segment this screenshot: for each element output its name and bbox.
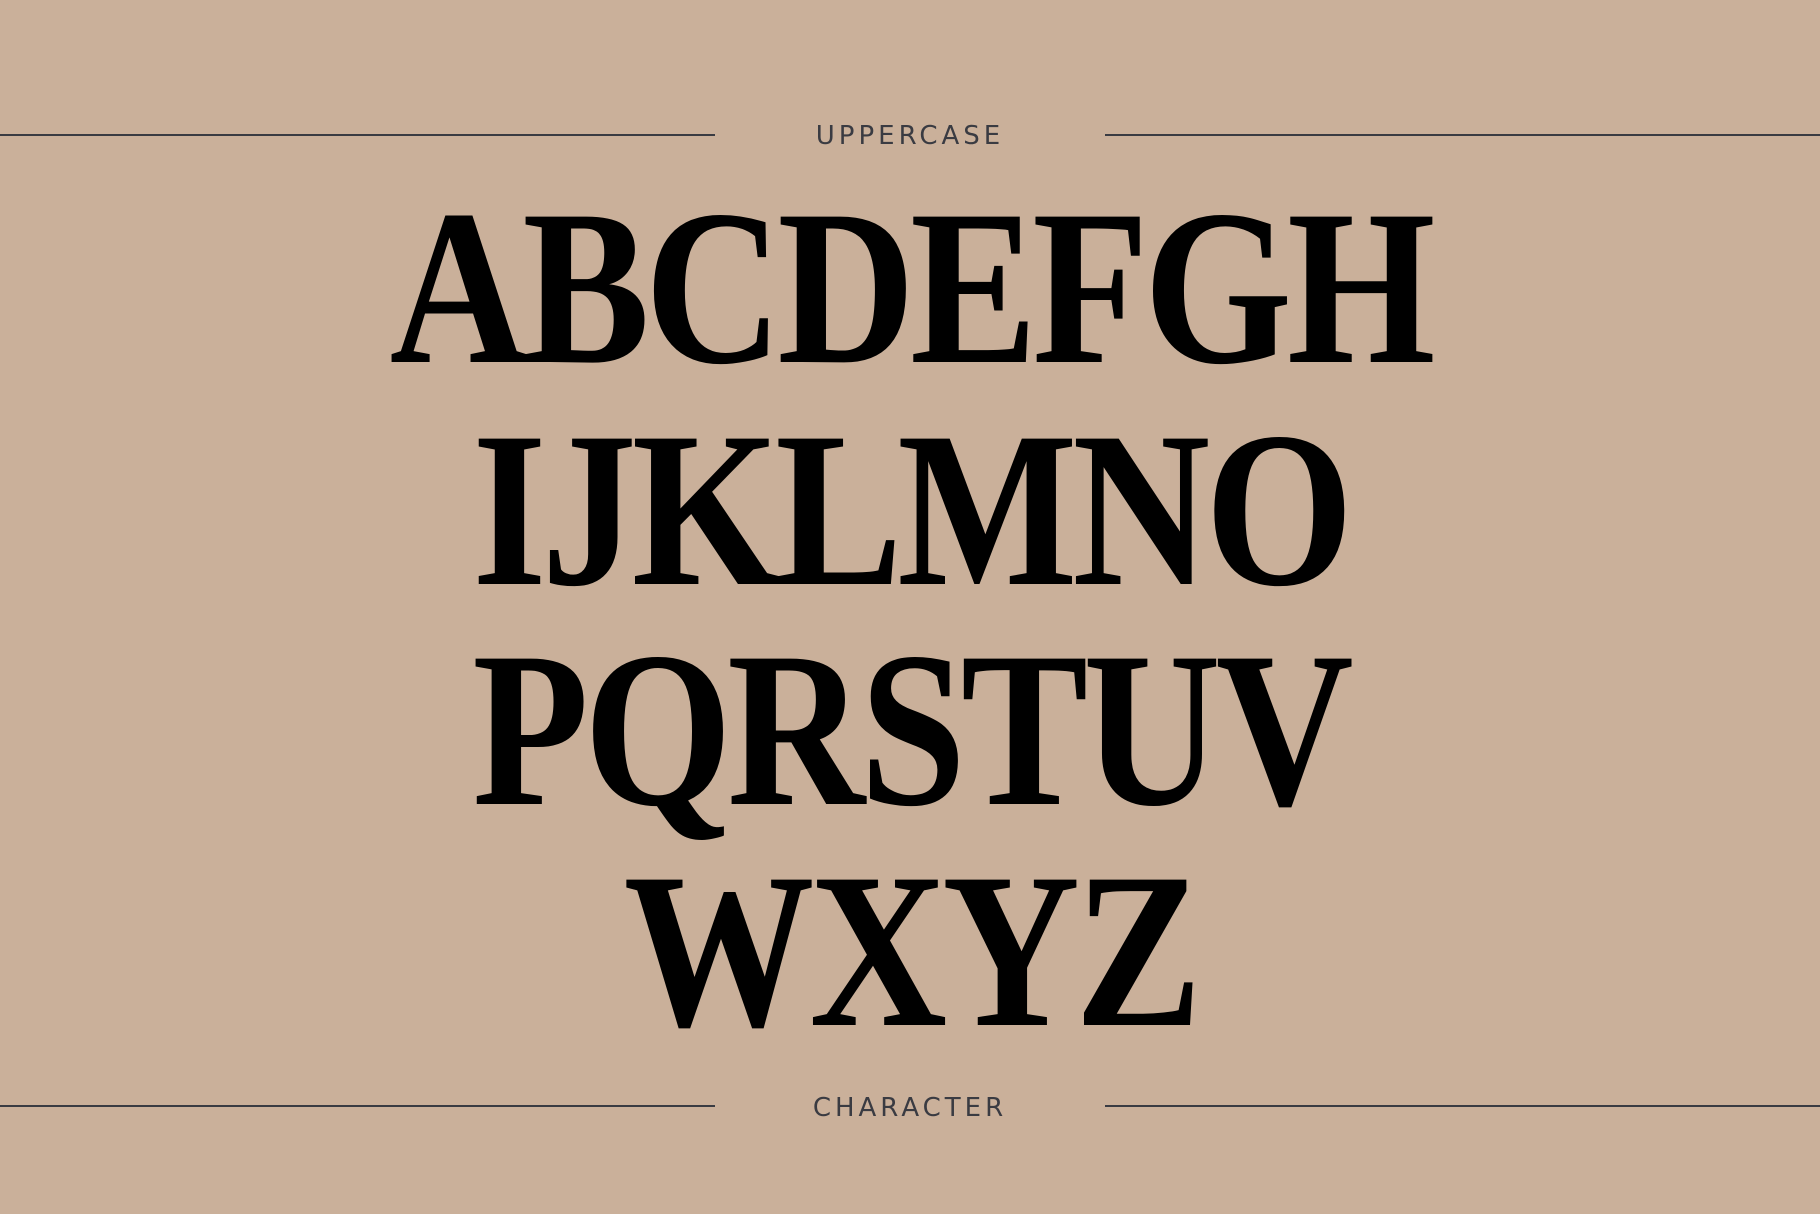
header-label: UPPERCASE	[815, 121, 1005, 151]
glyph-row-text: PQRSTUV	[471, 607, 1353, 853]
glyph-row-2: IJKLMNO	[0, 399, 1820, 621]
footer-label: CHARACTER	[812, 1093, 1008, 1123]
glyph-row-text: IJKLMNO	[471, 387, 1353, 633]
glyph-row-3: PQRSTUV	[0, 619, 1820, 841]
glyph-row-1: ABCDEFGH	[0, 177, 1820, 399]
glyph-row-text: WXYZ	[623, 828, 1202, 1074]
glyph-row-4: WXYZ	[0, 840, 1820, 1062]
glyph-row-text: ABCDEFGH	[389, 165, 1436, 411]
